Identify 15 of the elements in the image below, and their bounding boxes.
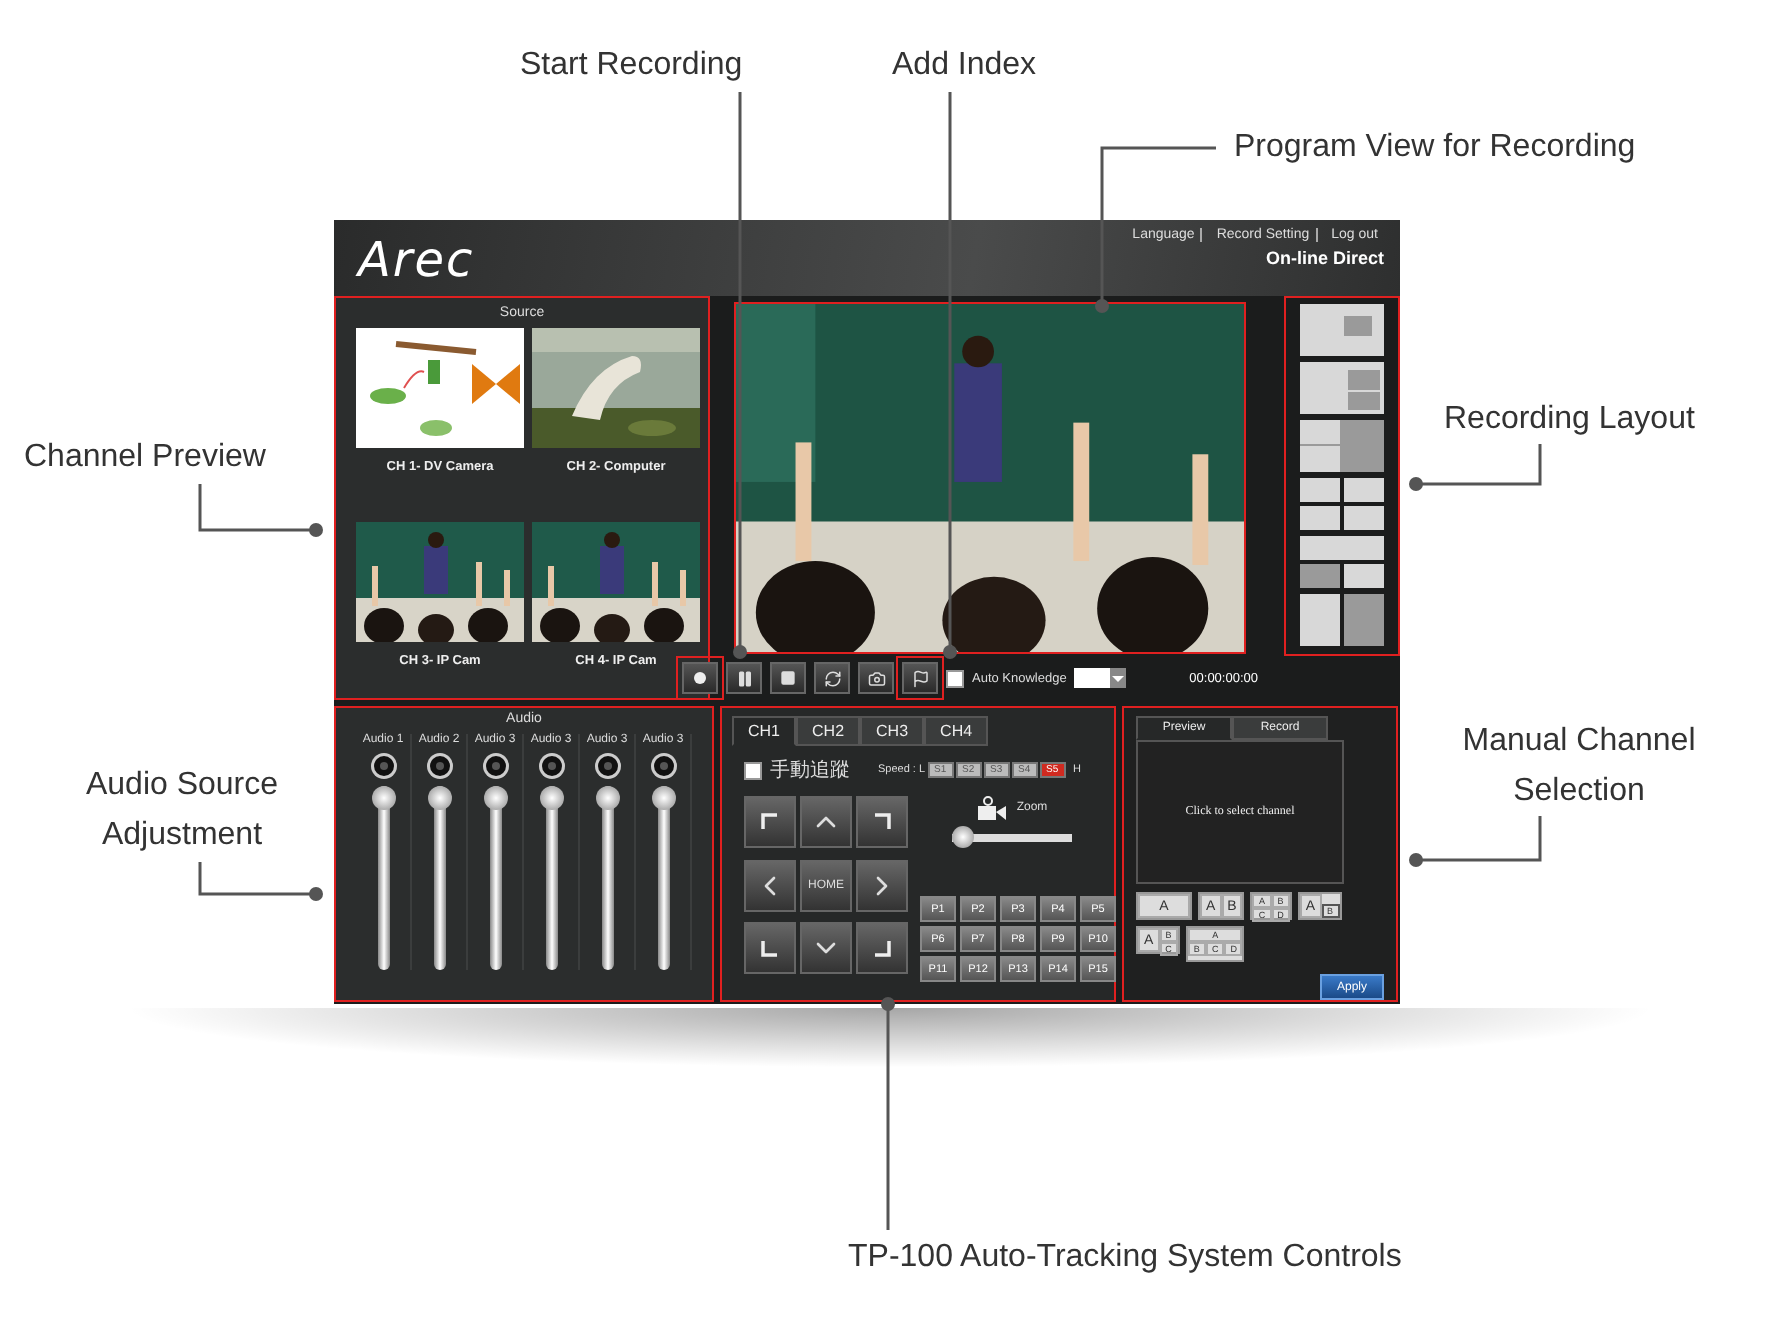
- callout-label: Audio Source Adjustment: [83, 766, 281, 856]
- callout-label: Manual Channel Selection: [1460, 722, 1698, 812]
- tab[interactable]: CH4: [924, 716, 989, 746]
- callout-label: TP-100 Auto-Tracking System Controls: [848, 1238, 1402, 1278]
- callout-label: Program View for Recording: [1234, 128, 1636, 168]
- logo: Arec: [358, 232, 475, 292]
- callout-label: Recording Layout: [1444, 400, 1695, 440]
- callout-label: Start Recording: [520, 46, 743, 86]
- tab[interactable]: CH1: [732, 716, 797, 746]
- tab[interactable]: CH2: [796, 716, 861, 746]
- callout-label: Add Index: [892, 46, 1037, 86]
- callout-label: Channel Preview: [24, 438, 266, 478]
- mode-title: On-line Direct: [1265, 248, 1384, 268]
- tab[interactable]: CH3: [860, 716, 925, 746]
- checkbox-label: 手動追蹤: [770, 757, 850, 784]
